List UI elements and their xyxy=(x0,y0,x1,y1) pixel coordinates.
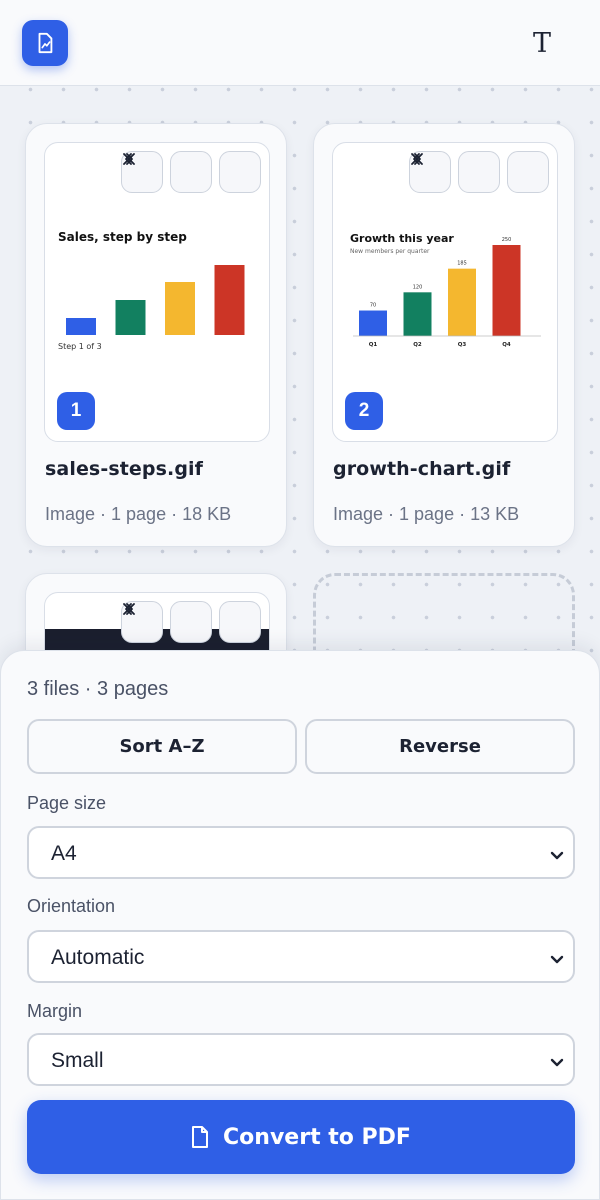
convert-label: Convert to PDF xyxy=(223,1124,411,1150)
app-logo[interactable] xyxy=(22,20,68,66)
preview-category-label: Q1 xyxy=(369,342,378,348)
preview-value-label: 120 xyxy=(413,284,423,290)
text-tool-icon: T xyxy=(532,27,551,59)
move-right-button[interactable] xyxy=(126,601,212,643)
preview-bar xyxy=(66,318,96,335)
preview-title: Sales, step by step xyxy=(58,230,187,244)
file-meta: Image · 1 page · 18 KB xyxy=(45,504,232,524)
page-size-value: A4 xyxy=(51,842,77,865)
file-name: growth-chart.gif xyxy=(333,458,511,480)
remove-file-button[interactable] xyxy=(123,601,261,643)
chevron-down-icon xyxy=(550,851,564,860)
move-right-button[interactable] xyxy=(126,151,212,193)
preview-category-label: Q3 xyxy=(458,342,467,348)
preview-bar xyxy=(403,292,432,336)
remove-file-button[interactable] xyxy=(123,151,261,193)
document-icon xyxy=(192,1126,209,1148)
file-name: sales-steps.gif xyxy=(45,458,204,480)
preview-value-label: 250 xyxy=(502,237,512,243)
file-card[interactable]: Sales, step by step Step 1 of 3 1 sales-… xyxy=(25,123,287,547)
remove-file-button[interactable] xyxy=(411,151,549,193)
app-header: T xyxy=(0,0,600,86)
page-number-badge: 1 xyxy=(57,392,95,430)
text-tool-button[interactable]: T xyxy=(524,26,560,60)
preview-category-label: Q4 xyxy=(502,342,511,348)
preview-value-label: 185 xyxy=(457,261,467,267)
file-controls xyxy=(121,601,261,643)
move-right-button[interactable] xyxy=(414,151,500,193)
preview-bar xyxy=(115,300,146,335)
chevron-down-icon xyxy=(550,1058,564,1067)
preview-bar xyxy=(359,310,387,336)
orientation-select[interactable]: Automatic xyxy=(27,930,575,983)
file-controls xyxy=(121,151,261,193)
file-controls xyxy=(409,151,549,193)
convert-to-pdf-button[interactable]: Convert to PDF xyxy=(27,1100,575,1174)
reverse-button[interactable]: Reverse xyxy=(305,719,575,774)
sort-az-button[interactable]: Sort A–Z xyxy=(27,719,297,774)
chevron-down-icon xyxy=(550,955,564,964)
page-size-label: Page size xyxy=(27,793,107,813)
file-preview: Growth this year New members per quarter… xyxy=(332,142,558,442)
file-card[interactable]: Growth this year New members per quarter… xyxy=(313,123,575,547)
preview-subtitle: New members per quarter xyxy=(350,248,430,255)
close-icon xyxy=(411,153,423,165)
page-size-select[interactable]: A4 xyxy=(27,826,575,879)
orientation-label: Orientation xyxy=(27,896,116,916)
file-preview: Sales, step by step Step 1 of 3 1 xyxy=(44,142,270,442)
files-summary: 3 files · 3 pages xyxy=(27,678,169,700)
page-number-badge: 2 xyxy=(345,392,383,430)
preview-category-label: Q2 xyxy=(413,342,422,348)
preview-bar xyxy=(448,268,476,336)
preview-bar xyxy=(165,282,195,335)
margin-label: Margin xyxy=(27,1001,83,1021)
preview-title: Growth this year xyxy=(350,232,454,245)
pdf-chart-icon xyxy=(38,32,53,54)
close-icon xyxy=(123,153,135,165)
margin-select[interactable]: Small xyxy=(27,1033,575,1086)
preview-value-label: 70 xyxy=(370,303,376,309)
preview-caption: Step 1 of 3 xyxy=(58,342,102,351)
close-icon xyxy=(123,603,135,615)
settings-panel: 3 files · 3 pages Sort A–Z Reverse Page … xyxy=(0,650,600,1200)
preview-bar xyxy=(214,265,245,335)
file-meta: Image · 1 page · 13 KB xyxy=(333,504,520,524)
margin-value: Small xyxy=(51,1049,104,1072)
orientation-value: Automatic xyxy=(51,946,145,969)
preview-bar xyxy=(492,245,521,336)
